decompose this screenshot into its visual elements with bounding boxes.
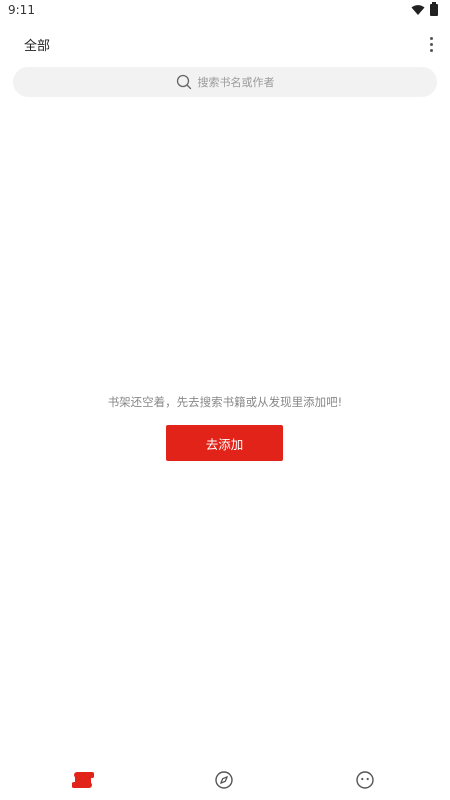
status-icons [411,2,438,16]
search-icon [176,74,191,90]
status-bar: 9:11 [0,0,450,22]
bookshelf-icon [72,772,94,788]
smiley-face-icon [356,771,374,789]
nav-mine[interactable] [353,768,377,792]
search-input[interactable]: 搜索书名或作者 [13,67,437,97]
status-time: 9:11 [8,3,35,17]
battery-icon [430,2,438,16]
nav-discover[interactable] [212,768,236,792]
more-vert-icon[interactable] [424,34,438,54]
compass-icon [215,771,233,789]
page-title[interactable]: 全部 [24,35,50,54]
app-bar: 全部 [0,26,450,62]
wifi-icon [411,5,425,15]
nav-bookshelf[interactable] [71,768,95,792]
search-placeholder: 搜索书名或作者 [197,76,275,89]
bottom-nav [0,760,450,800]
add-book-button[interactable]: 去添加 [166,425,283,461]
empty-state-message: 书架还空着，先去搜索书籍或从发现里添加吧! [107,395,343,409]
